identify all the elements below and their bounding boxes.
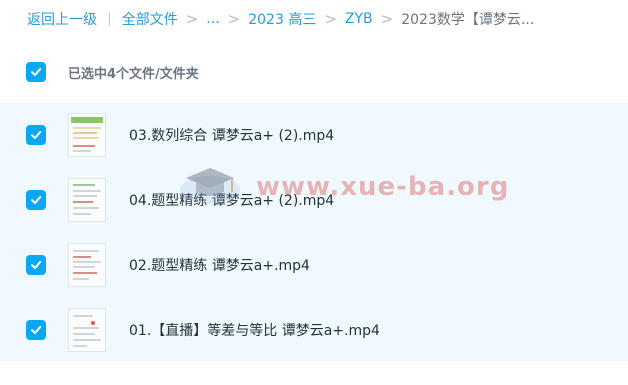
file-checkbox[interactable]: [26, 320, 46, 340]
select-all-checkbox[interactable]: [26, 62, 46, 82]
breadcrumb-zyb[interactable]: ZYB: [345, 11, 373, 27]
chevron-right-icon: >: [185, 10, 199, 28]
file-name[interactable]: 02.题型精练 谭梦云a+.mp4: [129, 255, 310, 275]
list-item[interactable]: 01.【直播】等差与等比 谭梦云a+.mp4: [0, 298, 628, 362]
file-name[interactable]: 01.【直播】等差与等比 谭梦云a+.mp4: [129, 320, 380, 340]
breadcrumb-2023-gaosan[interactable]: 2023 高三: [248, 9, 316, 29]
chevron-right-icon: >: [324, 10, 337, 28]
list-item[interactable]: 04.题型精练 谭梦云a+ (2).mp4: [0, 168, 628, 232]
breadcrumb-all-files[interactable]: 全部文件: [122, 9, 178, 29]
file-checkbox[interactable]: [26, 255, 46, 275]
list-item[interactable]: 03.数列综合 谭梦云a+ (2).mp4: [0, 103, 628, 167]
back-link[interactable]: 返回上一级: [27, 9, 97, 29]
checkmark-icon: [31, 131, 42, 139]
file-list: 03.数列综合 谭梦云a+ (2).mp4 04.题型精练 谭梦云a+ (2).…: [0, 103, 628, 361]
file-name[interactable]: 04.题型精练 谭梦云a+ (2).mp4: [129, 190, 334, 210]
file-checkbox[interactable]: [26, 190, 46, 210]
checkmark-icon: [31, 196, 42, 204]
checkmark-icon: [31, 68, 42, 76]
breadcrumb-divider: |: [107, 11, 112, 27]
breadcrumb-ellipsis[interactable]: ...: [206, 11, 219, 27]
breadcrumb: 返回上一级 | 全部文件 > ... > 2023 高三 > ZYB > 202…: [27, 8, 628, 30]
video-thumbnail-icon: [68, 243, 106, 287]
video-thumbnail-icon: [68, 308, 106, 352]
list-item[interactable]: 02.题型精练 谭梦云a+.mp4: [0, 233, 628, 297]
video-thumbnail-icon: [68, 113, 106, 157]
select-all-row: 已选中4个文件/文件夹: [26, 61, 199, 83]
chevron-right-icon: >: [227, 10, 241, 28]
chevron-right-icon: >: [380, 10, 394, 28]
checkmark-icon: [31, 261, 42, 269]
video-thumbnail-icon: [68, 178, 106, 222]
selection-summary: 已选中4个文件/文件夹: [68, 66, 199, 82]
checkmark-icon: [31, 326, 42, 334]
file-checkbox[interactable]: [26, 125, 46, 145]
file-name[interactable]: 03.数列综合 谭梦云a+ (2).mp4: [129, 125, 334, 145]
breadcrumb-current: 2023数学【谭梦云...: [401, 12, 535, 28]
